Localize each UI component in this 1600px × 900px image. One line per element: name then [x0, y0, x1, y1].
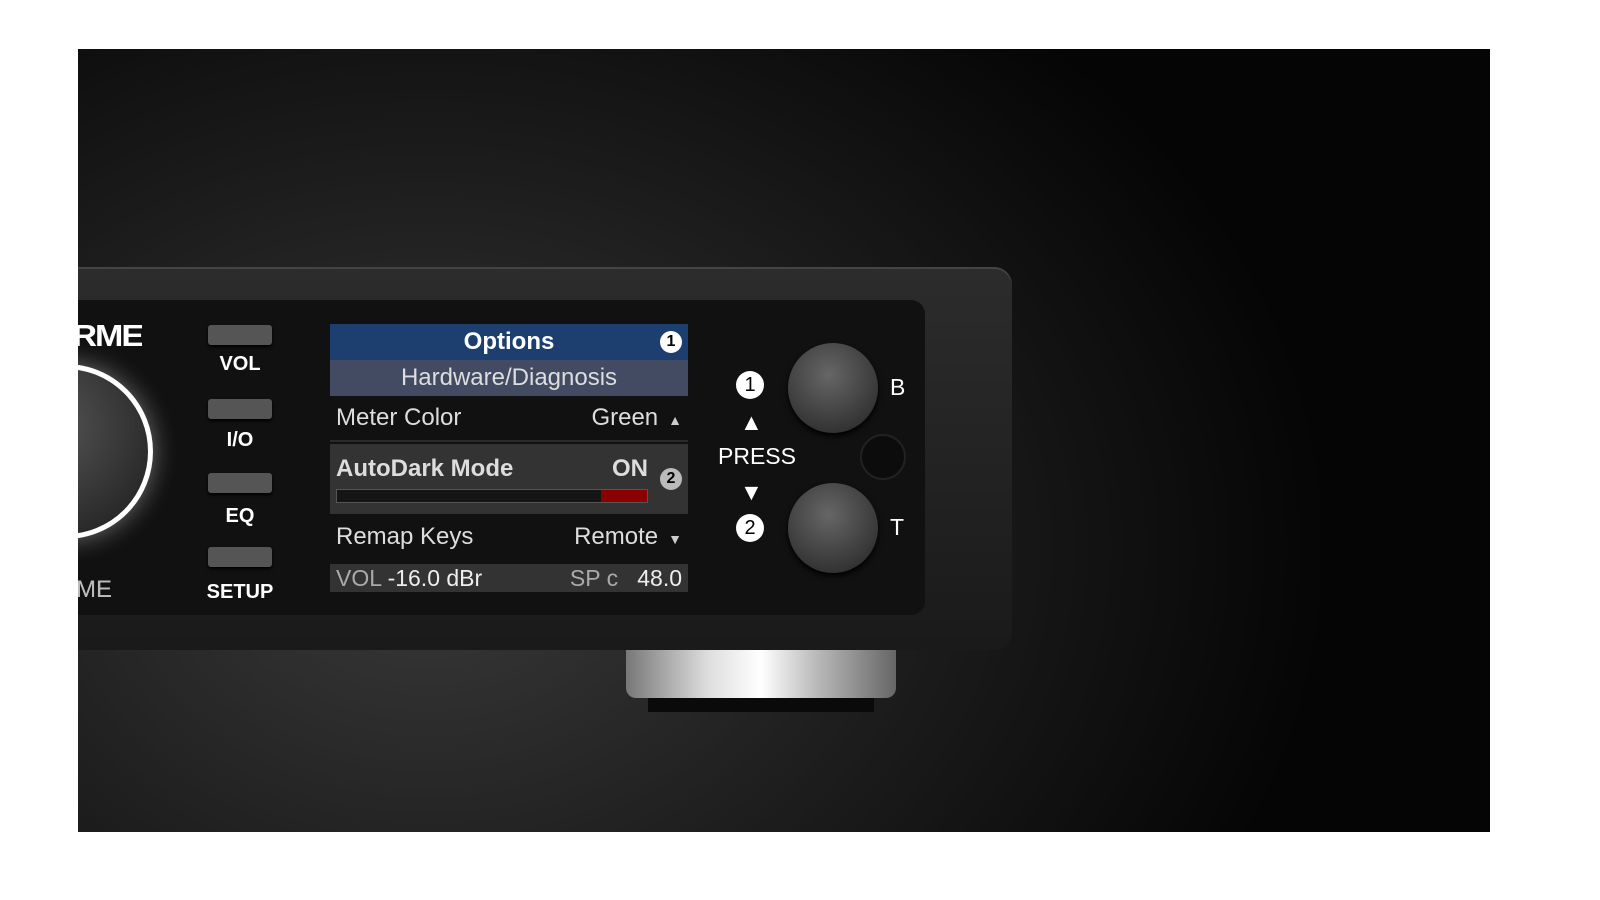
press-label: PRESS: [718, 443, 796, 469]
lcd-display: Options 1 Hardware/Diagnosis Meter Color…: [330, 324, 688, 592]
setup-button[interactable]: [208, 547, 272, 567]
setup-button-label: SETUP: [206, 581, 274, 603]
device-foot: [626, 650, 896, 698]
down-arrow-icon: ▼: [740, 479, 763, 505]
menu-item-autodark-mode[interactable]: AutoDark Mode ON 2: [330, 444, 688, 514]
up-arrow-icon: ▲: [740, 409, 763, 435]
menu-title-text: Options: [463, 328, 555, 355]
menu-subtitle: Hardware/Diagnosis: [330, 360, 688, 396]
ir-sensor: [860, 434, 906, 480]
item-label: Remap Keys: [336, 523, 474, 550]
device-foot-base: [648, 698, 874, 712]
vol-value: -16.0 dBr: [387, 564, 483, 591]
status-bar: VOL -16.0 dBr SP c 48.0: [330, 564, 688, 592]
item-label: Meter Color: [336, 404, 462, 431]
vol-button-label: VOL: [219, 353, 261, 375]
knob-label-b: B: [890, 374, 906, 400]
sp-label: SP c: [569, 564, 619, 591]
menu-title: Options 1: [330, 324, 688, 360]
volume-label-fragment: ME: [78, 576, 112, 603]
meter-fill: [600, 490, 647, 502]
badge-2-icon: 2: [736, 514, 764, 542]
io-button[interactable]: [208, 399, 272, 419]
menu-item-meter-color[interactable]: Meter Color Green ▲: [330, 396, 688, 442]
eq-button[interactable]: [208, 473, 272, 493]
sp-value: 48.0: [637, 564, 682, 591]
level-meter: [336, 489, 648, 503]
knob-label-t: T: [890, 514, 905, 540]
encoder-knob-1[interactable]: [788, 343, 878, 433]
badge-1-icon: 1: [660, 331, 682, 353]
vol-label: VOL: [336, 564, 382, 591]
item-value: ON: [612, 455, 648, 482]
vol-button[interactable]: [208, 325, 272, 345]
arrow-up-icon: ▲: [668, 412, 682, 428]
encoder-knob-2[interactable]: [788, 483, 878, 573]
badge-1-icon: 1: [736, 371, 764, 399]
arrow-down-icon: ▼: [668, 531, 682, 547]
badge-2-icon: 2: [660, 468, 682, 490]
io-button-label: I/O: [226, 429, 254, 451]
item-label: AutoDark Mode: [336, 455, 514, 482]
background: RME VOLUME ME VOL I/O EQ SETUP Options 1…: [78, 49, 1490, 832]
menu-subtitle-text: Hardware/Diagnosis: [400, 364, 618, 391]
eq-button-label: EQ: [225, 505, 255, 527]
item-value: Remote: [574, 523, 659, 550]
rme-logo: RME: [78, 318, 142, 354]
item-value: Green: [591, 404, 659, 431]
menu-item-remap-keys[interactable]: Remap Keys Remote ▼: [330, 514, 688, 560]
